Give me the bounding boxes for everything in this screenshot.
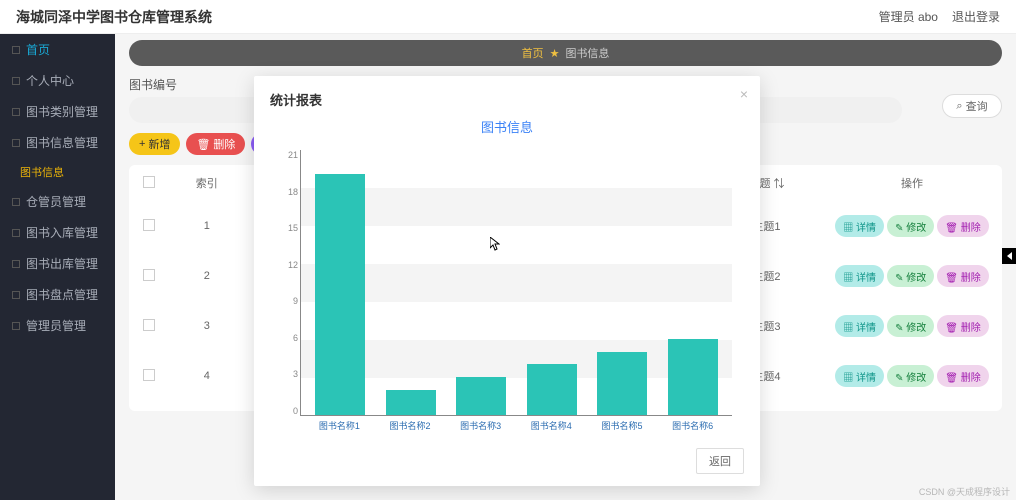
return-button[interactable]: 返回	[696, 448, 744, 474]
x-label: 图书名称5	[597, 419, 647, 432]
x-label: 图书名称3	[456, 419, 506, 432]
y-tick: 15	[274, 223, 298, 233]
bar	[386, 390, 436, 415]
bar	[456, 377, 506, 415]
x-axis: 图书名称1 图书名称2 图书名称3 图书名称4 图书名称5 图书名称6	[300, 419, 732, 432]
bar	[527, 364, 577, 415]
bar-rect	[597, 352, 647, 415]
y-tick: 21	[274, 150, 298, 160]
chart-plot	[300, 150, 732, 416]
chart-title: 图书信息	[270, 117, 744, 136]
watermark: CSDN @天成程序设计	[919, 485, 1010, 498]
close-icon[interactable]: ×	[740, 86, 748, 102]
x-label: 图书名称1	[314, 419, 364, 432]
grid-band	[301, 264, 732, 302]
grid-band	[301, 188, 732, 226]
bar-rect	[456, 377, 506, 415]
bar-rect	[315, 174, 365, 415]
x-label: 图书名称4	[526, 419, 576, 432]
bar	[315, 174, 365, 415]
chart-area: 211815129630 图书名称1图书名称2图书名称3图书名称4图书名称5图书…	[300, 150, 732, 430]
bar-rect	[527, 364, 577, 415]
stats-modal: 统计报表 × 图书信息 21 18 15 12 9 6 3 0 图书名称1 图书名称2 图书名称3…	[254, 76, 760, 486]
y-tick: 0	[274, 406, 298, 416]
bar	[597, 352, 647, 415]
y-tick: 6	[274, 333, 298, 343]
bar	[668, 339, 718, 415]
y-tick: 9	[274, 296, 298, 306]
y-axis: 21 18 15 12 9 6 3 0	[274, 150, 298, 416]
x-label: 图书名称2	[385, 419, 435, 432]
y-tick: 3	[274, 369, 298, 379]
x-label: 图书名称6	[668, 419, 718, 432]
modal-title: 统计报表	[270, 90, 744, 109]
bar-rect	[668, 339, 718, 415]
y-tick: 12	[274, 260, 298, 270]
bar-rect	[386, 390, 436, 415]
y-tick: 18	[274, 187, 298, 197]
